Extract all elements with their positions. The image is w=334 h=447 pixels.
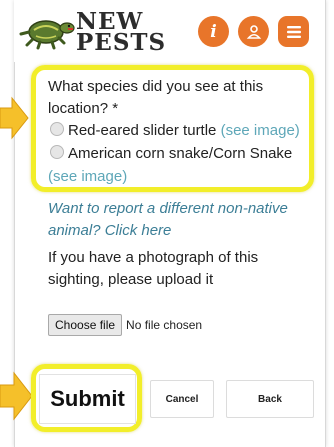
info-icon: i <box>210 21 217 42</box>
species-option-corn-snake[interactable]: American corn snake/Corn Snake <box>50 144 292 164</box>
user-button[interactable] <box>238 16 269 47</box>
radio-button[interactable] <box>50 145 64 159</box>
menu-icon <box>286 25 301 38</box>
choose-file-button[interactable]: Choose file <box>48 314 123 336</box>
radio-button[interactable] <box>50 122 64 136</box>
cancel-button[interactable]: Cancel <box>150 380 214 418</box>
user-icon <box>246 24 261 39</box>
option-label: American corn snake/Corn Snake <box>68 145 293 162</box>
file-upload: Choose file No file chosen <box>48 314 202 336</box>
arrow-right-icon <box>0 371 33 421</box>
app-logo[interactable]: NEW PESTS <box>18 8 165 54</box>
species-question-label: What species did you see at this locatio… <box>48 78 264 117</box>
arrow-right-icon <box>0 96 29 140</box>
report-other-animal: Want to report a different non-native an… <box>48 198 308 242</box>
upload-instructions: If you have a photograph of this sightin… <box>48 249 259 288</box>
logo-text: NEW PESTS <box>76 10 167 56</box>
see-image-link[interactable]: (see image) <box>221 122 300 139</box>
submit-button[interactable]: Submit <box>39 374 136 424</box>
file-status: No file chosen <box>126 318 203 332</box>
option-label: Red-eared slider turtle <box>68 122 217 139</box>
back-button[interactable]: Back <box>226 380 314 418</box>
turtle-logo-icon <box>19 20 75 50</box>
click-here-link[interactable]: Click here <box>105 222 172 239</box>
see-image-link[interactable]: (see image) <box>48 167 127 187</box>
logo-line-2: PESTS <box>76 29 167 56</box>
info-button[interactable]: i <box>198 16 229 47</box>
menu-button[interactable] <box>278 16 309 47</box>
species-option-red-eared-slider[interactable]: Red-eared slider turtle (see image) <box>50 121 300 141</box>
